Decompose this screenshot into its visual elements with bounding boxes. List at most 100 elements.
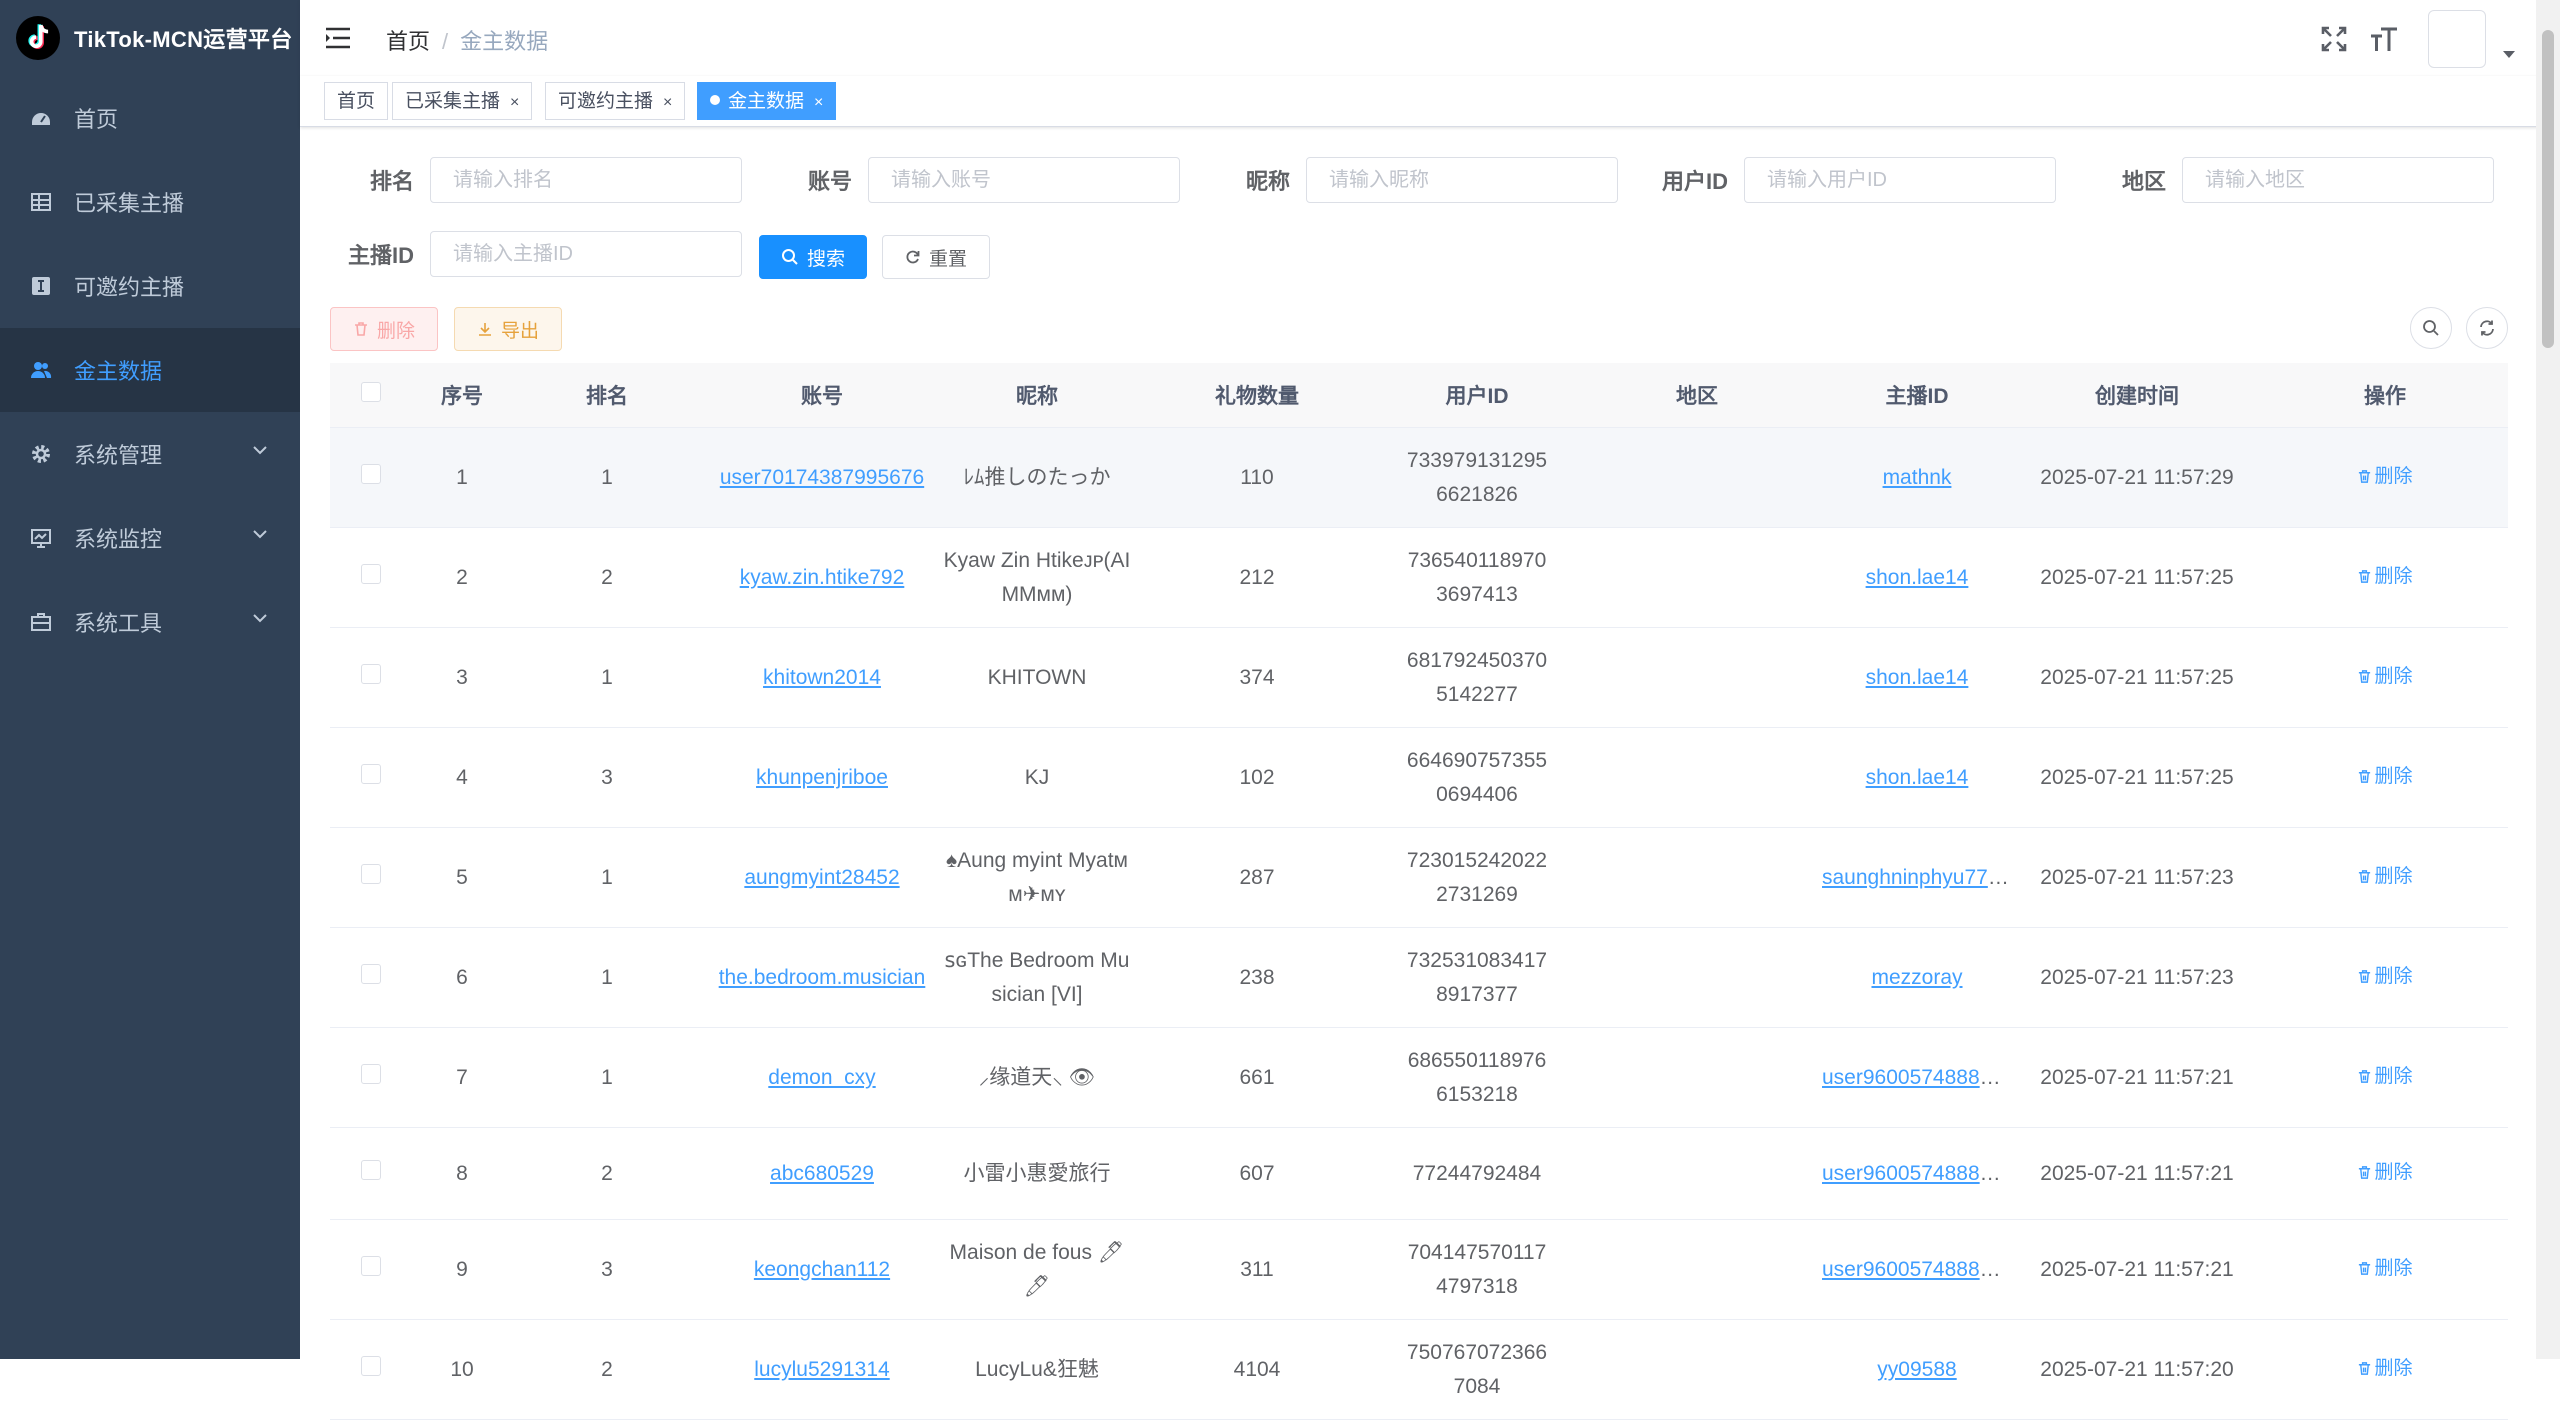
row-select-cell: [330, 961, 412, 995]
tag-sponsor-data[interactable]: 金主数据 ×: [697, 82, 837, 120]
nickname-cell: 小雷小惠愛旅行: [963, 1161, 1111, 1185]
select-all-checkbox[interactable]: [361, 382, 381, 402]
row-delete-button[interactable]: 删除: [2357, 1060, 2413, 1094]
breadcrumb-current: 金主数据: [460, 29, 549, 54]
page-scrollbar[interactable]: [2536, 0, 2560, 1359]
anchor-id-link[interactable]: yy09588: [1877, 1358, 1956, 1381]
refresh-table-button[interactable]: [2466, 307, 2508, 349]
delete-button-label: 删除: [376, 320, 415, 342]
trash-icon: [2359, 1262, 2371, 1276]
close-icon[interactable]: ×: [814, 94, 823, 111]
toggle-search-button[interactable]: [2410, 307, 2452, 349]
row-checkbox[interactable]: [361, 763, 381, 784]
rank-cell: 1: [601, 1065, 613, 1089]
anchor-id-link[interactable]: saunghninphyu7796...: [1822, 866, 2012, 889]
scrollbar-thumb[interactable]: [2542, 30, 2554, 348]
account-link[interactable]: khitown2014: [763, 666, 881, 689]
row-checkbox[interactable]: [361, 963, 381, 984]
row-delete-label: 删除: [2374, 965, 2413, 987]
account-link[interactable]: user70174387995676: [720, 466, 924, 489]
user-id-cell: 7339791312956621826: [1406, 448, 1548, 506]
tag-collected-anchors[interactable]: 已采集主播 ×: [392, 82, 533, 120]
account-link[interactable]: the.bedroom.musician: [719, 966, 926, 989]
search-button[interactable]: 搜索: [759, 235, 867, 279]
breadcrumb-home[interactable]: 首页: [386, 29, 430, 54]
account-input[interactable]: [868, 157, 1180, 203]
account-link[interactable]: aungmyint28452: [744, 866, 899, 889]
trash-icon: [2359, 470, 2371, 484]
sidebar-item-invitable-anchors[interactable]: 可邀约主播: [0, 244, 300, 328]
main-content: 排名 账号 昵称 用户ID 地区 主播ID 搜索 重置 删除 导出: [300, 127, 2536, 1420]
table-row: 4 3 khunpenjriboe KJ 102 6646907573550694406 s…: [330, 728, 2508, 828]
sidebar-item-system-monitor[interactable]: 系统监控: [0, 496, 300, 580]
sidebar: TikTok-MCN运营平台 首页 已采集主播 可邀约主播 金主数据 系统管理: [0, 0, 300, 1359]
created-time-cell: 2025-07-21 11:57:25: [2040, 665, 2234, 689]
anchor-id-link[interactable]: shon.lae14: [1866, 766, 1969, 789]
sidebar-item-home[interactable]: 首页: [0, 76, 300, 160]
top-navbar: 首页 / 金主数据: [300, 0, 2560, 76]
delete-button[interactable]: 删除: [330, 307, 438, 351]
anchor-id-link[interactable]: user9600574888361...: [1822, 1162, 2012, 1185]
row-delete-button[interactable]: 删除: [2357, 1252, 2413, 1286]
reset-button[interactable]: 重置: [882, 235, 990, 279]
account-link[interactable]: lucylu5291314: [754, 1358, 889, 1381]
row-delete-button[interactable]: 删除: [2357, 660, 2413, 694]
row-delete-button[interactable]: 删除: [2357, 860, 2413, 894]
sidebar-item-system-tools[interactable]: 系统工具: [0, 580, 300, 664]
export-button[interactable]: 导出: [454, 307, 562, 351]
caret-down-icon[interactable]: [2502, 49, 2516, 59]
rank-cell: 3: [601, 1257, 613, 1281]
tags-view: 首页 已采集主播 × 可邀约主播 × 金主数据 ×: [300, 76, 2560, 127]
anchor-id-link[interactable]: shon.lae14: [1866, 666, 1969, 689]
row-delete-button[interactable]: 删除: [2357, 1156, 2413, 1190]
avatar[interactable]: [2428, 10, 2486, 68]
nickname-cell: KJ: [1024, 765, 1050, 789]
sidebar-item-system-management[interactable]: 系统管理: [0, 412, 300, 496]
row-checkbox[interactable]: [361, 1063, 381, 1084]
anchor-id-link[interactable]: user9600574888361...: [1822, 1066, 2012, 1089]
trash-icon: [2359, 670, 2371, 684]
row-checkbox[interactable]: [361, 563, 381, 584]
hamburger-icon[interactable]: [324, 24, 352, 52]
search-form-row-2: 主播ID: [330, 231, 742, 277]
account-link[interactable]: abc680529: [770, 1162, 874, 1185]
anchor-id-input[interactable]: [430, 231, 742, 277]
tag-home[interactable]: 首页: [324, 82, 389, 120]
row-delete-button[interactable]: 删除: [2357, 760, 2413, 794]
row-delete-button[interactable]: 删除: [2357, 1352, 2413, 1386]
anchor-id-link[interactable]: mathnk: [1883, 466, 1952, 489]
anchor-id-cell: shon.lae14: [1822, 561, 2012, 595]
created-time-cell: 2025-07-21 11:57:21: [2040, 1065, 2234, 1089]
row-delete-button[interactable]: 删除: [2357, 960, 2413, 994]
anchor-id-link[interactable]: mezzoray: [1871, 966, 1962, 989]
tag-invitable-anchors[interactable]: 可邀约主播 ×: [545, 82, 686, 120]
rank-label: 排名: [369, 169, 414, 194]
nickname-input[interactable]: [1306, 157, 1618, 203]
row-checkbox[interactable]: [361, 863, 381, 884]
account-link[interactable]: demon_cxy: [768, 1066, 875, 1089]
account-cell: khunpenjriboe: [702, 761, 942, 795]
row-checkbox[interactable]: [361, 663, 381, 684]
row-delete-button[interactable]: 删除: [2357, 560, 2413, 594]
row-checkbox[interactable]: [361, 1255, 381, 1276]
anchor-id-link[interactable]: shon.lae14: [1866, 566, 1969, 589]
sidebar-item-sponsor-data[interactable]: 金主数据: [0, 328, 300, 412]
row-delete-button[interactable]: 删除: [2357, 460, 2413, 494]
fullscreen-icon[interactable]: [2318, 23, 2350, 55]
row-checkbox[interactable]: [361, 1159, 381, 1180]
account-cell: the.bedroom.musician: [702, 961, 942, 995]
region-input[interactable]: [2182, 157, 2494, 203]
sidebar-item-collected-anchors[interactable]: 已采集主播: [0, 160, 300, 244]
app-logo[interactable]: TikTok-MCN运营平台: [0, 0, 300, 76]
close-icon[interactable]: ×: [663, 94, 672, 111]
font-size-icon[interactable]: [2368, 23, 2400, 55]
close-icon[interactable]: ×: [510, 94, 519, 111]
account-link[interactable]: keongchan112: [754, 1258, 890, 1281]
anchor-id-link[interactable]: user9600574888361...: [1822, 1258, 2012, 1281]
user-id-input[interactable]: [1744, 157, 2056, 203]
gift-count-cell: 374: [1239, 665, 1275, 689]
account-link[interactable]: kyaw.zin.htike792: [740, 566, 905, 589]
rank-input[interactable]: [430, 157, 742, 203]
row-checkbox[interactable]: [361, 463, 381, 484]
account-link[interactable]: khunpenjriboe: [756, 766, 888, 789]
